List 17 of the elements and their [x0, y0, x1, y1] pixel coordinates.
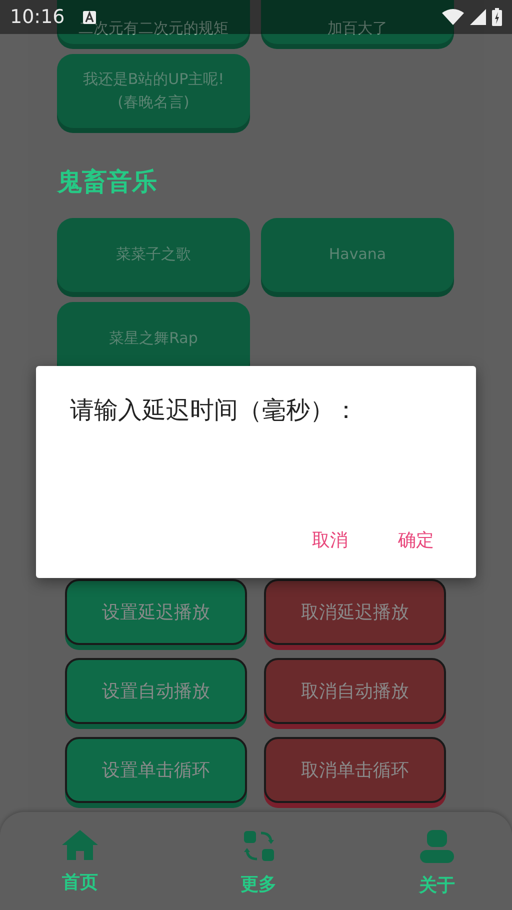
dialog-button[interactable]: 取消	[312, 528, 348, 552]
music-button[interactable]: Havana	[261, 218, 454, 292]
battery-icon	[492, 8, 502, 26]
dialog-title: 请输入延迟时间（毫秒）：	[70, 395, 359, 426]
nav-item[interactable]: 首页	[62, 812, 98, 910]
swap-icon	[242, 830, 274, 862]
phrase-button[interactable]: 加百大了	[261, 0, 454, 44]
dialog-button[interactable]: 确定	[398, 528, 434, 552]
signal-icon	[470, 9, 486, 25]
nav-item[interactable]: 更多	[240, 812, 276, 910]
wifi-icon	[442, 9, 464, 25]
nav-item[interactable]: 关于	[419, 812, 455, 910]
section-title: 鬼畜音乐	[57, 166, 158, 198]
home-icon	[62, 830, 98, 860]
phrase-button[interactable]: 我还是B站的UP主呢! (春晚名言)	[57, 54, 250, 128]
user-icon	[420, 830, 454, 863]
music-button[interactable]: 菜菜子之歌	[57, 218, 250, 292]
